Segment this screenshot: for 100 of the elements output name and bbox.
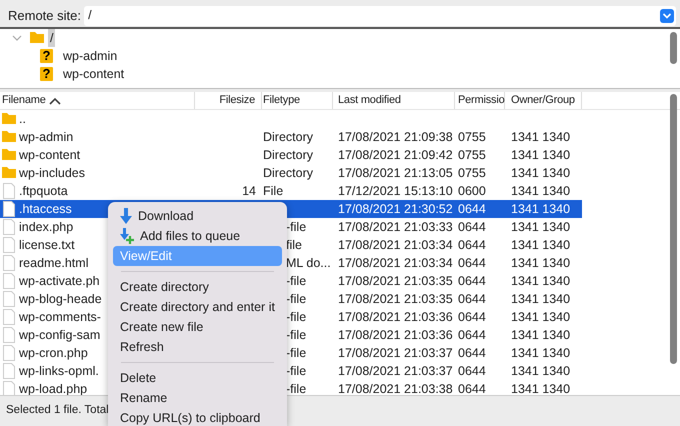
file-name[interactable]: .ftpquota xyxy=(19,182,68,200)
tree-item[interactable]: wp-admin xyxy=(61,46,120,66)
table-cell: 17/08/2021 21:03:37 xyxy=(338,364,453,378)
table-cell: 0644 xyxy=(458,364,486,378)
table-cell: 1341 1340 xyxy=(511,238,570,252)
scrollbar-thumb xyxy=(670,32,677,64)
table-cell: 0644 xyxy=(458,220,486,234)
table-cell: 0644 xyxy=(458,310,486,324)
table-cell: -file xyxy=(286,346,306,360)
remote-site-field[interactable]: / xyxy=(84,6,676,26)
column-header[interactable]: Filename xyxy=(0,92,195,109)
table-cell: 0644 xyxy=(458,256,486,270)
file-name[interactable]: wp-content xyxy=(19,146,80,164)
table-cell: -file xyxy=(286,310,306,324)
table-cell: 1341 1340 xyxy=(511,328,570,342)
table-cell: 0755 xyxy=(458,166,486,180)
file-name[interactable]: wp-load.php xyxy=(19,380,88,395)
table-cell: 0755 xyxy=(458,148,486,162)
column-header[interactable]: Permissio xyxy=(455,92,505,109)
table-cell: -file xyxy=(286,364,306,378)
table-cell: 1341 1340 xyxy=(511,274,570,288)
table-cell: 0600 xyxy=(458,184,486,198)
menu-item[interactable]: Refresh xyxy=(113,337,282,357)
table-cell: ML do... xyxy=(286,256,331,270)
file-name[interactable]: .. xyxy=(19,110,26,128)
table-cell: 0644 xyxy=(458,328,486,342)
column-header[interactable]: Filesize xyxy=(195,92,262,109)
file-name[interactable]: wp-includes xyxy=(19,164,86,182)
file-name[interactable]: readme.html xyxy=(19,254,88,272)
question-mark-icon: ? xyxy=(40,49,53,63)
file-name[interactable]: wp-comments- xyxy=(19,308,101,326)
file-name[interactable]: wp-links-opml. xyxy=(19,362,99,380)
table-cell: 17/08/2021 21:03:35 xyxy=(338,274,453,288)
file-name[interactable]: index.php xyxy=(19,218,74,236)
folder-icon xyxy=(2,147,16,163)
table-cell: File xyxy=(263,184,284,198)
table-cell: 17/08/2021 21:03:35 xyxy=(338,292,453,306)
table-cell: 0644 xyxy=(458,292,486,306)
table-cell: 17/08/2021 21:09:42 xyxy=(338,148,453,162)
table-cell: 1341 1340 xyxy=(511,256,570,270)
table-cell: 1341 1340 xyxy=(511,202,570,216)
column-header[interactable]: Owner/Group xyxy=(505,92,582,109)
table-cell: -file xyxy=(286,292,306,306)
table-cell: 1341 1340 xyxy=(511,148,570,162)
folder-icon xyxy=(2,165,16,181)
menu-item[interactable]: Copy URL(s) to clipboard xyxy=(113,408,282,426)
table-cell: 17/12/2021 15:13:10 xyxy=(338,184,453,198)
menu-item[interactable]: Add files to queue xyxy=(113,226,282,246)
table-cell: 1341 1340 xyxy=(511,346,570,360)
column-header[interactable]: Last modified xyxy=(333,92,455,109)
file-name[interactable]: wp-blog-heade xyxy=(19,290,102,308)
table-cell: -file xyxy=(286,274,306,288)
table-cell: 0644 xyxy=(458,382,486,395)
table-cell: Directory xyxy=(263,130,314,144)
tree-item[interactable]: wp-content xyxy=(61,64,126,84)
menu-item[interactable]: Create new file xyxy=(113,317,282,337)
table-cell: Directory xyxy=(263,148,314,162)
table-cell: 17/08/2021 21:03:33 xyxy=(338,220,453,234)
table-cell: file xyxy=(286,238,302,252)
menu-item[interactable]: Create directory xyxy=(113,277,282,297)
table-cell: 1341 1340 xyxy=(511,364,570,378)
status-text: Selected 1 file. Total xyxy=(6,404,109,416)
dropdown-button[interactable] xyxy=(660,8,674,22)
table-cell: Directory xyxy=(263,166,314,180)
folder-icon xyxy=(2,111,16,127)
folder-icon xyxy=(30,30,44,46)
table-cell: 1341 1340 xyxy=(511,130,570,144)
file-name[interactable]: wp-admin xyxy=(19,128,74,146)
table-cell: 1341 1340 xyxy=(511,166,570,180)
menu-item[interactable]: Rename xyxy=(113,388,282,408)
table-cell: 0644 xyxy=(458,346,486,360)
table-cell: 17/08/2021 21:03:34 xyxy=(338,256,453,270)
menu-item[interactable]: Create directory and enter it xyxy=(113,297,282,317)
table-cell: 0755 xyxy=(458,130,486,144)
tree-item[interactable]: / xyxy=(48,29,56,48)
file-name[interactable]: .htaccess xyxy=(19,200,72,218)
chevron-down-icon xyxy=(662,12,672,20)
table-cell: 0644 xyxy=(458,274,486,288)
file-name[interactable]: wp-cron.php xyxy=(19,344,88,362)
table-cell: 1341 1340 xyxy=(511,184,570,198)
menu-item[interactable]: Delete xyxy=(113,368,282,388)
column-header[interactable]: Filetype xyxy=(262,92,333,109)
file-name[interactable]: wp-activate.ph xyxy=(19,272,100,290)
table-cell: 17/08/2021 21:13:05 xyxy=(338,166,453,180)
table-cell: -file xyxy=(286,220,306,234)
folder-icon xyxy=(2,129,16,145)
question-mark-icon: ? xyxy=(40,67,53,81)
down-arrow-icon xyxy=(120,208,132,224)
file-name[interactable]: license.txt xyxy=(19,236,75,254)
file-name[interactable]: wp-config-sam xyxy=(19,326,100,344)
table-cell: 17/08/2021 21:30:52 xyxy=(338,202,453,216)
menu-item[interactable]: Download xyxy=(113,206,282,226)
field-label: Remote site: xyxy=(8,6,81,25)
table-cell: 17/08/2021 21:03:36 xyxy=(338,328,453,342)
table-cell: 1341 1340 xyxy=(511,310,570,324)
table-cell: 17/08/2021 21:03:37 xyxy=(338,346,453,360)
table-cell: 17/08/2021 21:03:36 xyxy=(338,310,453,324)
table-cell: 1341 1340 xyxy=(511,382,570,395)
table-cell: 0644 xyxy=(458,202,486,216)
table-cell: -file xyxy=(286,328,306,342)
